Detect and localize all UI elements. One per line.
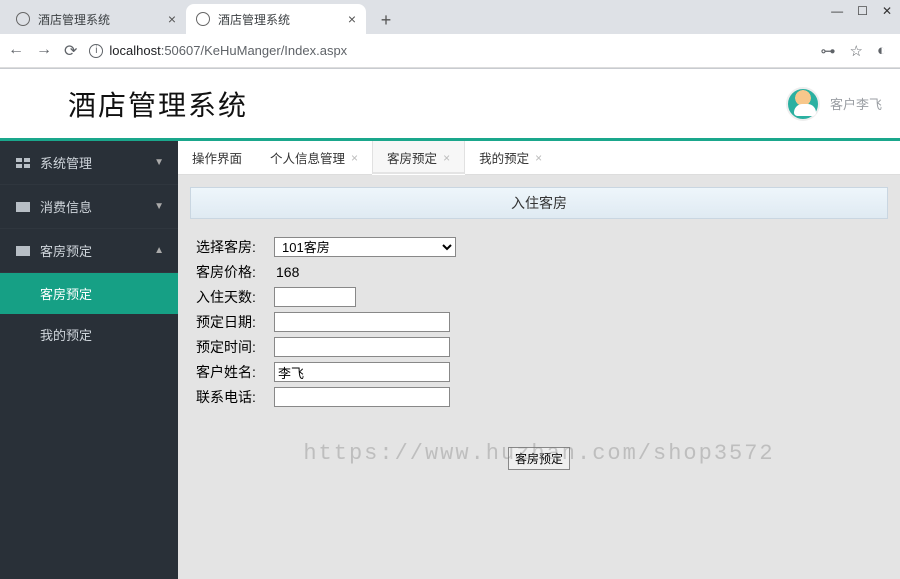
- profile-icon[interactable]: ◐: [877, 42, 886, 60]
- sidebar: 系统管理 ▼ 消费信息 ▼ 客房预定 ▲ 客房预定 我的预定: [0, 141, 178, 579]
- globe-icon: [196, 12, 210, 26]
- url-path: /KeHuManger/Index.aspx: [200, 43, 347, 58]
- chevron-down-icon: ▼: [154, 157, 164, 168]
- content-tabbar: 操作界面 个人信息管理 × 客房预定 × 我的预定 ×: [178, 141, 900, 175]
- phone-input[interactable]: [274, 387, 450, 407]
- close-icon[interactable]: ×: [348, 11, 356, 27]
- tab-room-booking[interactable]: 客房预定 ×: [372, 141, 465, 174]
- tab-label: 我的预定: [479, 148, 529, 167]
- maximize-icon[interactable]: ☐: [857, 4, 868, 18]
- tab-profile[interactable]: 个人信息管理 ×: [256, 141, 372, 174]
- sidebar-item-label: 客房预定: [40, 287, 92, 302]
- name-input[interactable]: [274, 362, 450, 382]
- days-label: 入住天数:: [196, 287, 274, 307]
- sidebar-item-label: 我的预定: [40, 328, 92, 343]
- user-area[interactable]: 客户李飞: [786, 87, 882, 121]
- page-title: 酒店管理系统: [68, 84, 248, 124]
- room-select[interactable]: 101客房: [274, 237, 456, 257]
- chevron-down-icon: ▼: [154, 201, 164, 212]
- tab-title: 酒店管理系统: [38, 11, 110, 28]
- browser-chrome: — ☐ ✕ 酒店管理系统 × 酒店管理系统 × + ← → ⟳ i localh…: [0, 0, 900, 69]
- tab-my-booking[interactable]: 我的预定 ×: [465, 141, 556, 174]
- new-tab-button[interactable]: +: [372, 6, 400, 34]
- date-input[interactable]: [274, 312, 450, 332]
- close-icon[interactable]: ×: [168, 11, 176, 27]
- sidebar-item-label: 系统管理: [40, 153, 92, 172]
- tab-operation[interactable]: 操作界面: [178, 141, 256, 174]
- briefcase-icon: [16, 246, 30, 256]
- avatar: [786, 87, 820, 121]
- room-label: 选择客房:: [196, 237, 274, 257]
- close-window-icon[interactable]: ✕: [882, 4, 892, 18]
- url-host: localhost: [109, 43, 160, 58]
- tab-label: 操作界面: [192, 148, 242, 167]
- time-label: 预定时间:: [196, 337, 274, 357]
- url-port: :50607: [161, 43, 201, 58]
- price-label: 客房价格:: [196, 262, 274, 282]
- close-icon[interactable]: ×: [535, 151, 542, 165]
- reload-icon[interactable]: ⟳: [64, 41, 77, 61]
- sidebar-sub-room-booking[interactable]: 客房预定: [0, 273, 178, 314]
- tab-label: 客房预定: [387, 148, 437, 167]
- grid-icon: [16, 158, 30, 168]
- tab-title: 酒店管理系统: [218, 11, 290, 28]
- sidebar-item-booking[interactable]: 客房预定 ▲: [0, 229, 178, 273]
- tab-label: 个人信息管理: [270, 148, 345, 167]
- browser-tab-2[interactable]: 酒店管理系统 ×: [186, 4, 366, 34]
- sidebar-sub-my-booking[interactable]: 我的预定: [0, 314, 178, 355]
- phone-label: 联系电话:: [196, 387, 274, 407]
- close-icon[interactable]: ×: [443, 151, 450, 165]
- site-info-icon[interactable]: i: [89, 44, 103, 58]
- days-input[interactable]: [274, 287, 356, 307]
- name-label: 客户姓名:: [196, 362, 274, 382]
- sidebar-item-system[interactable]: 系统管理 ▼: [0, 141, 178, 185]
- chevron-up-icon: ▲: [154, 245, 164, 256]
- panel-title: 入住客房: [190, 187, 888, 219]
- key-icon[interactable]: ⊶: [820, 42, 835, 60]
- user-label: 客户李飞: [830, 94, 882, 113]
- time-input[interactable]: [274, 337, 450, 357]
- back-icon[interactable]: ←: [8, 41, 24, 61]
- sidebar-item-label: 消费信息: [40, 197, 92, 216]
- address-bar[interactable]: i localhost:50607/KeHuManger/Index.aspx: [89, 43, 808, 58]
- price-value: 168: [274, 264, 299, 280]
- briefcase-icon: [16, 202, 30, 212]
- date-label: 预定日期:: [196, 312, 274, 332]
- bookmark-icon[interactable]: ☆: [849, 42, 862, 60]
- forward-icon[interactable]: →: [36, 41, 52, 61]
- sidebar-item-label: 客房预定: [40, 241, 92, 260]
- app-header: 酒店管理系统 客户李飞: [0, 69, 900, 141]
- globe-icon: [16, 12, 30, 26]
- sidebar-item-consume[interactable]: 消费信息 ▼: [0, 185, 178, 229]
- close-icon[interactable]: ×: [351, 151, 358, 165]
- browser-tab-1[interactable]: 酒店管理系统 ×: [6, 4, 186, 34]
- minimize-icon[interactable]: —: [831, 4, 843, 18]
- submit-booking-button[interactable]: 客房预定: [508, 447, 570, 470]
